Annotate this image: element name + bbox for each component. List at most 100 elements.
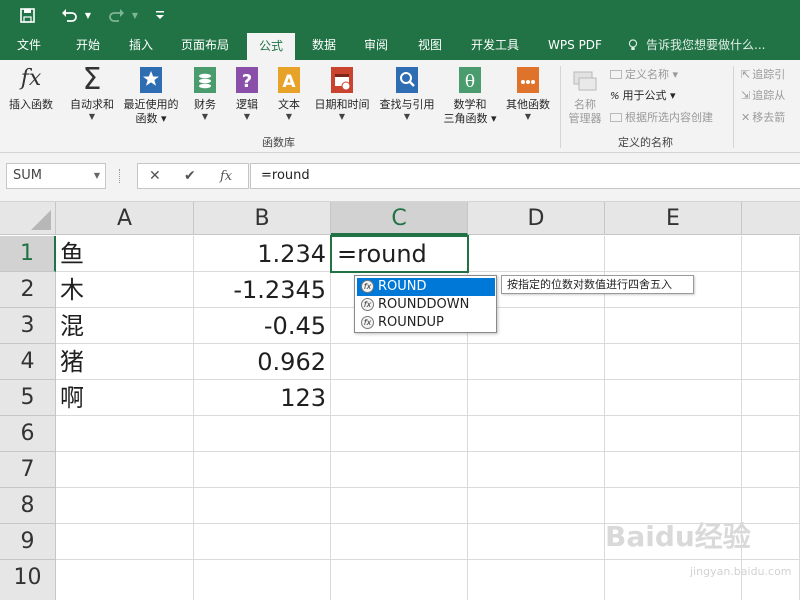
cell-c8[interactable] bbox=[331, 488, 468, 524]
row-header-4[interactable]: 4 bbox=[0, 344, 56, 380]
cell-a8[interactable] bbox=[56, 488, 194, 524]
cell-d10[interactable] bbox=[468, 560, 605, 600]
use-in-formula-button[interactable]: % 用于公式 ▾ bbox=[610, 88, 676, 105]
name-box[interactable]: SUM ▼ bbox=[6, 163, 106, 189]
cell-f5[interactable] bbox=[742, 380, 800, 416]
column-header-e[interactable]: E bbox=[605, 202, 742, 235]
cell-a3[interactable]: 混 bbox=[56, 308, 194, 344]
tab-insert[interactable]: 插入 bbox=[118, 30, 164, 60]
tab-data[interactable]: 数据 bbox=[302, 30, 346, 60]
autocomplete-item-roundup[interactable]: fx ROUNDUP bbox=[357, 314, 495, 332]
cell-f3[interactable] bbox=[742, 308, 800, 344]
column-header-a[interactable]: A bbox=[56, 202, 194, 235]
tab-formulas[interactable]: 公式 bbox=[247, 33, 295, 60]
save-icon[interactable] bbox=[16, 4, 38, 26]
cell-b2[interactable]: -1.2345 bbox=[194, 272, 331, 308]
tab-wps-pdf[interactable]: WPS PDF bbox=[538, 30, 612, 60]
cell-c10[interactable] bbox=[331, 560, 468, 600]
cell-b4[interactable]: 0.962 bbox=[194, 344, 331, 380]
undo-dropdown-icon[interactable]: ▼ bbox=[82, 4, 94, 26]
cell-b5[interactable]: 123 bbox=[194, 380, 331, 416]
cell-e6[interactable] bbox=[605, 416, 742, 452]
row-header-3[interactable]: 3 bbox=[0, 308, 56, 344]
customize-qat-icon[interactable] bbox=[152, 4, 168, 26]
cell-d8[interactable] bbox=[468, 488, 605, 524]
cell-a4[interactable]: 猪 bbox=[56, 344, 194, 380]
autosum-button[interactable]: Σ 自动求和 ▼ bbox=[64, 65, 120, 122]
row-header-7[interactable]: 7 bbox=[0, 452, 56, 488]
column-header-f[interactable] bbox=[742, 202, 800, 235]
enter-icon[interactable]: ✔ bbox=[184, 168, 196, 184]
math-trig-button[interactable]: θ 数学和 三角函数 ▾ bbox=[442, 66, 498, 126]
date-time-button[interactable]: 日期和时间 ▼ bbox=[310, 66, 374, 122]
cell-a9[interactable] bbox=[56, 524, 194, 560]
tell-me-search[interactable]: 告诉我您想要做什么... bbox=[646, 30, 765, 60]
cell-c9[interactable] bbox=[331, 524, 468, 560]
cell-e5[interactable] bbox=[605, 380, 742, 416]
cell-c4[interactable] bbox=[331, 344, 468, 380]
cell-d7[interactable] bbox=[468, 452, 605, 488]
cell-b3[interactable]: -0.45 bbox=[194, 308, 331, 344]
cancel-icon[interactable]: ✕ bbox=[149, 168, 161, 184]
cell-a6[interactable] bbox=[56, 416, 194, 452]
tab-file[interactable]: 文件 bbox=[10, 30, 48, 60]
cell-d4[interactable] bbox=[468, 344, 605, 380]
cell-b1[interactable]: 1.234 bbox=[194, 236, 331, 272]
cell-f6[interactable] bbox=[742, 416, 800, 452]
row-header-1[interactable]: 1 bbox=[0, 236, 56, 272]
cell-f4[interactable] bbox=[742, 344, 800, 380]
tab-home[interactable]: 开始 bbox=[66, 30, 110, 60]
cell-b10[interactable] bbox=[194, 560, 331, 600]
cell-b9[interactable] bbox=[194, 524, 331, 560]
autocomplete-item-round[interactable]: fx ROUND bbox=[357, 278, 495, 296]
row-header-5[interactable]: 5 bbox=[0, 380, 56, 416]
cell-a10[interactable] bbox=[56, 560, 194, 600]
cell-c6[interactable] bbox=[331, 416, 468, 452]
text-button[interactable]: A 文本 ▼ bbox=[270, 66, 308, 122]
cell-c7[interactable] bbox=[331, 452, 468, 488]
cell-e1[interactable] bbox=[605, 236, 742, 272]
row-header-9[interactable]: 9 bbox=[0, 524, 56, 560]
cell-a5[interactable]: 啊 bbox=[56, 380, 194, 416]
cell-b7[interactable] bbox=[194, 452, 331, 488]
cell-d5[interactable] bbox=[468, 380, 605, 416]
column-header-b[interactable]: B bbox=[194, 202, 331, 235]
row-header-8[interactable]: 8 bbox=[0, 488, 56, 524]
insert-function-fx-icon[interactable]: fx bbox=[220, 169, 232, 184]
cell-a2[interactable]: 木 bbox=[56, 272, 194, 308]
autocomplete-item-rounddown[interactable]: fx ROUNDDOWN bbox=[357, 296, 495, 314]
undo-icon[interactable] bbox=[58, 4, 80, 26]
row-header-10[interactable]: 10 bbox=[0, 560, 56, 600]
name-box-dropdown-icon[interactable]: ▼ bbox=[94, 164, 100, 188]
cell-d6[interactable] bbox=[468, 416, 605, 452]
cell-a7[interactable] bbox=[56, 452, 194, 488]
tab-view[interactable]: 视图 bbox=[408, 30, 452, 60]
tab-review[interactable]: 审阅 bbox=[354, 30, 398, 60]
insert-function-button[interactable]: fx 插入函数 bbox=[4, 66, 58, 112]
cell-c5[interactable] bbox=[331, 380, 468, 416]
column-header-c[interactable]: C bbox=[331, 202, 468, 235]
row-header-6[interactable]: 6 bbox=[0, 416, 56, 452]
formula-input[interactable]: =round bbox=[250, 163, 800, 189]
cell-f2[interactable] bbox=[742, 272, 800, 308]
cell-c1-editing[interactable]: =round bbox=[330, 235, 469, 273]
cell-b6[interactable] bbox=[194, 416, 331, 452]
cell-d9[interactable] bbox=[468, 524, 605, 560]
cell-f1[interactable] bbox=[742, 236, 800, 272]
formula-bar-splitter[interactable] bbox=[119, 169, 121, 183]
tab-developer[interactable]: 开发工具 bbox=[462, 30, 528, 60]
lookup-reference-button[interactable]: 查找与引用 ▼ bbox=[376, 66, 438, 122]
recently-used-button[interactable]: 最近使用的 函数 ▾ bbox=[120, 66, 182, 126]
tab-page-layout[interactable]: 页面布局 bbox=[172, 30, 238, 60]
select-all-button[interactable] bbox=[0, 202, 56, 235]
cell-e3[interactable] bbox=[605, 308, 742, 344]
cell-b8[interactable] bbox=[194, 488, 331, 524]
financial-button[interactable]: 财务 ▼ bbox=[186, 66, 224, 122]
cell-d1[interactable] bbox=[468, 236, 605, 272]
cell-e4[interactable] bbox=[605, 344, 742, 380]
logical-button[interactable]: ? 逻辑 ▼ bbox=[228, 66, 266, 122]
column-header-d[interactable]: D bbox=[468, 202, 605, 235]
cell-a1[interactable]: 鱼 bbox=[56, 236, 194, 272]
row-header-2[interactable]: 2 bbox=[0, 272, 56, 308]
cell-f7[interactable] bbox=[742, 452, 800, 488]
